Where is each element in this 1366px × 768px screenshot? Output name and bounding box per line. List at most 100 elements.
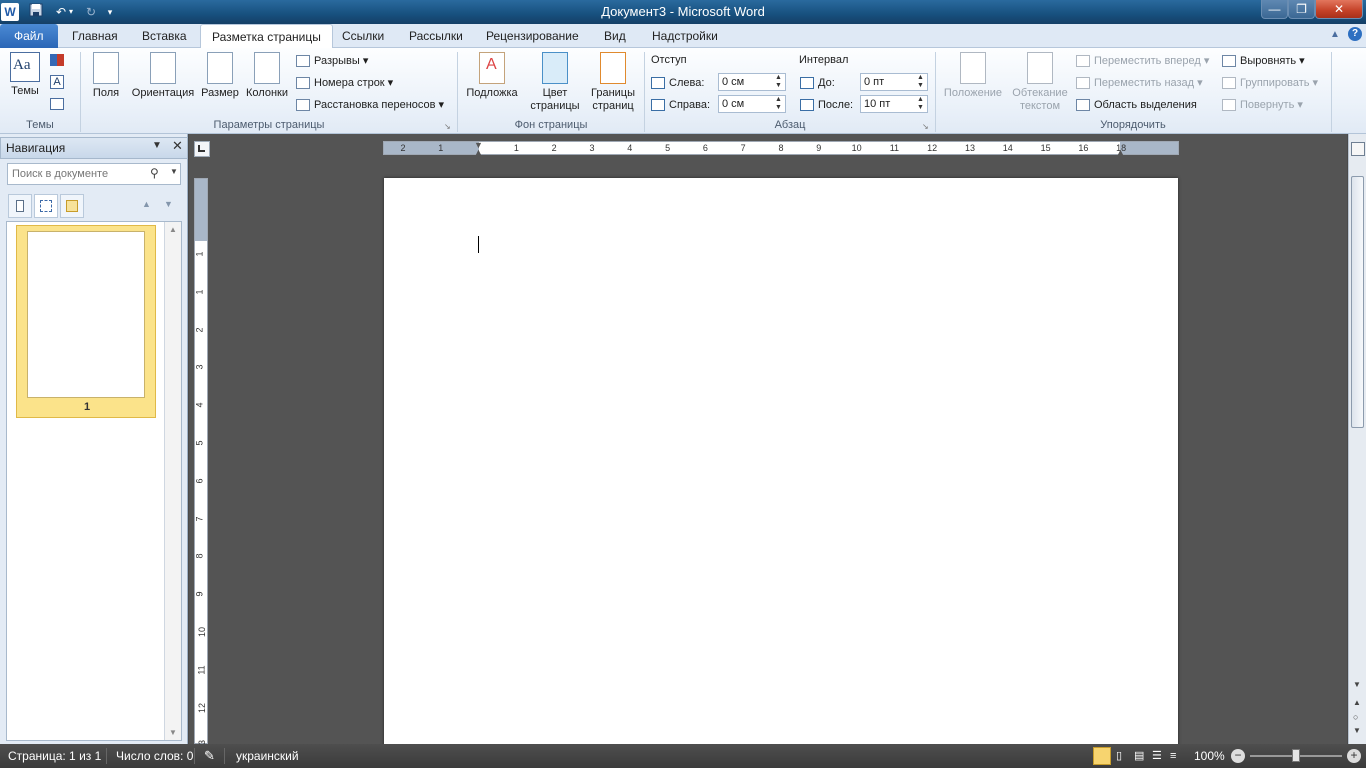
themes-button[interactable]: Aa Темы xyxy=(6,52,44,98)
size-label: Размер xyxy=(201,87,239,99)
spin-arrows-icon[interactable]: ▲ ▼ xyxy=(775,74,783,90)
tab-addins[interactable]: Надстройки xyxy=(644,24,726,48)
save-icon[interactable] xyxy=(27,3,45,21)
navigation-close-icon[interactable]: ✕ xyxy=(172,138,183,154)
restore-button[interactable]: ❐ xyxy=(1288,0,1315,19)
spin-arrows-icon[interactable]: ▲ ▼ xyxy=(775,96,783,112)
tab-selector-button[interactable] xyxy=(194,141,210,157)
zoom-slider-thumb[interactable] xyxy=(1292,749,1300,762)
results-view-tab[interactable] xyxy=(60,194,84,218)
close-button[interactable]: ✕ xyxy=(1315,0,1363,19)
redo-icon[interactable]: ↻ xyxy=(82,3,100,21)
page-borders-button[interactable]: Границы страниц xyxy=(586,52,640,113)
search-icon[interactable]: ⚲ xyxy=(150,166,159,180)
word-app-icon[interactable]: W xyxy=(1,3,19,21)
indent-right-icon xyxy=(651,99,665,112)
tab-review[interactable]: Рецензирование xyxy=(478,24,587,48)
hanging-indent-marker[interactable]: ▲ xyxy=(474,147,483,157)
spacing-before-spinner[interactable]: 0 пт ▲ ▼ xyxy=(860,73,928,91)
minimize-button[interactable]: — xyxy=(1261,0,1288,19)
web-layout-view-icon[interactable]: ▤ xyxy=(1134,744,1144,768)
page-count-status[interactable]: Страница: 1 из 1 xyxy=(2,744,107,768)
wrap-text-button[interactable]: Обтекание текстом xyxy=(1008,52,1072,113)
breaks-button[interactable]: Разрывы ▾ xyxy=(296,51,368,71)
draft-view-icon[interactable]: ≡ xyxy=(1170,744,1176,768)
outline-view-icon[interactable]: ☰ xyxy=(1152,744,1162,768)
print-layout-view-icon[interactable] xyxy=(1093,747,1111,765)
scroll-down-icon[interactable]: ▼ xyxy=(1353,680,1361,689)
previous-page-icon[interactable]: ▲ xyxy=(1353,698,1361,707)
tab-insert[interactable]: Вставка xyxy=(134,24,195,48)
horizontal-ruler[interactable]: 2 1 1 2 3 4 5 6 7 8 9 10 11 12 13 14 15 16 18 ▼ ▲ ▲ xyxy=(383,140,1179,157)
scroll-up-icon[interactable]: ▲ xyxy=(165,225,181,234)
paragraph-launcher-icon[interactable]: ↘ xyxy=(922,122,929,131)
tab-mailings[interactable]: Рассылки xyxy=(401,24,471,48)
undo-dropdown-icon[interactable]: ▾ xyxy=(67,3,75,21)
customize-toolbar-icon[interactable]: ▾ xyxy=(104,3,116,21)
position-button[interactable]: Положение xyxy=(940,52,1006,100)
line-numbers-button[interactable]: Номера строк ▾ xyxy=(296,73,393,93)
group-objects-button[interactable]: Группировать ▾ xyxy=(1222,73,1318,93)
ruler-number: 1 xyxy=(194,289,205,295)
zoom-out-icon[interactable]: − xyxy=(1231,749,1245,763)
themes-label: Темы xyxy=(11,85,39,97)
full-screen-reading-view-icon[interactable]: ▯ xyxy=(1116,744,1122,768)
thumbnails-scrollbar[interactable]: ▲ ▼ xyxy=(164,222,181,740)
page-thumbnail[interactable]: 1 xyxy=(16,225,156,418)
watermark-button[interactable]: A Подложка xyxy=(462,52,522,100)
theme-colors-icon[interactable] xyxy=(50,54,64,66)
wrap-text-label-1: Обтекание xyxy=(1012,87,1068,99)
indent-left-spinner[interactable]: 0 см ▲ ▼ xyxy=(718,73,786,91)
columns-button[interactable]: Колонки xyxy=(243,52,291,100)
previous-page-icon[interactable]: ▲ xyxy=(142,199,151,209)
columns-icon xyxy=(254,52,280,84)
indent-right-spinner[interactable]: 0 см ▲ ▼ xyxy=(718,95,786,113)
align-button[interactable]: Выровнять ▾ xyxy=(1222,51,1305,71)
document-page[interactable] xyxy=(384,178,1178,748)
word-count-status[interactable]: Число слов: 0 xyxy=(110,744,199,768)
size-button[interactable]: Размер xyxy=(199,52,241,100)
page-setup-launcher-icon[interactable]: ↘ xyxy=(444,122,451,131)
send-backward-button[interactable]: Переместить назад ▾ xyxy=(1076,73,1203,93)
zoom-in-icon[interactable]: + xyxy=(1347,749,1361,763)
search-options-icon[interactable]: ▼ xyxy=(170,167,178,176)
selection-pane-button[interactable]: Область выделения xyxy=(1076,95,1197,115)
navigation-menu-icon[interactable]: ▼ xyxy=(152,140,162,151)
margins-button[interactable]: Поля xyxy=(88,52,124,100)
tab-file[interactable]: Файл xyxy=(0,24,58,48)
page-color-button[interactable]: Цвет страницы xyxy=(524,52,586,113)
spin-arrows-icon[interactable]: ▲ ▼ xyxy=(917,96,925,112)
language-status[interactable]: украинский xyxy=(230,744,305,768)
tab-references[interactable]: Ссылки xyxy=(334,24,392,48)
vertical-ruler[interactable]: 112345678910111213 xyxy=(194,178,208,750)
spacing-before-value: 0 пт xyxy=(864,76,885,88)
view-ruler-button[interactable] xyxy=(1351,142,1365,156)
spacing-after-spinner[interactable]: 10 пт ▲ ▼ xyxy=(860,95,928,113)
scrollbar-thumb[interactable] xyxy=(1351,176,1364,428)
proofing-icon[interactable]: ✎ xyxy=(204,744,215,768)
orientation-button[interactable]: Ориентация xyxy=(128,52,198,100)
vertical-scrollbar[interactable]: ▼ ▲ ○ ▼ xyxy=(1348,134,1366,744)
rotate-button[interactable]: Повернуть ▾ xyxy=(1222,95,1303,115)
window-title: Документ3 - Microsoft Word xyxy=(601,4,765,19)
next-page-icon[interactable]: ▼ xyxy=(1353,726,1361,735)
group-objects-label: Группировать xyxy=(1240,77,1310,89)
tab-home[interactable]: Главная xyxy=(64,24,126,48)
bring-forward-button[interactable]: Переместить вперед ▾ xyxy=(1076,51,1209,71)
select-browse-object-icon[interactable]: ○ xyxy=(1353,712,1358,722)
tab-page-layout[interactable]: Разметка страницы xyxy=(200,24,333,49)
status-separator xyxy=(106,748,107,764)
hyphenation-button[interactable]: Расстановка переносов ▾ xyxy=(296,95,444,115)
help-icon[interactable]: ? xyxy=(1348,27,1362,41)
theme-effects-icon[interactable] xyxy=(50,98,64,110)
headings-view-tab[interactable] xyxy=(8,194,32,218)
spin-arrows-icon[interactable]: ▲ ▼ xyxy=(917,74,925,90)
minimize-ribbon-icon[interactable]: ▲ xyxy=(1330,29,1340,40)
right-indent-marker[interactable]: ▲ xyxy=(1116,147,1125,157)
scroll-down-icon[interactable]: ▼ xyxy=(165,728,181,737)
pages-view-tab[interactable] xyxy=(34,194,58,218)
tab-view[interactable]: Вид xyxy=(596,24,634,48)
theme-fonts-icon[interactable]: A xyxy=(50,75,64,89)
next-page-icon[interactable]: ▼ xyxy=(164,199,173,209)
zoom-level[interactable]: 100% xyxy=(1188,744,1231,768)
